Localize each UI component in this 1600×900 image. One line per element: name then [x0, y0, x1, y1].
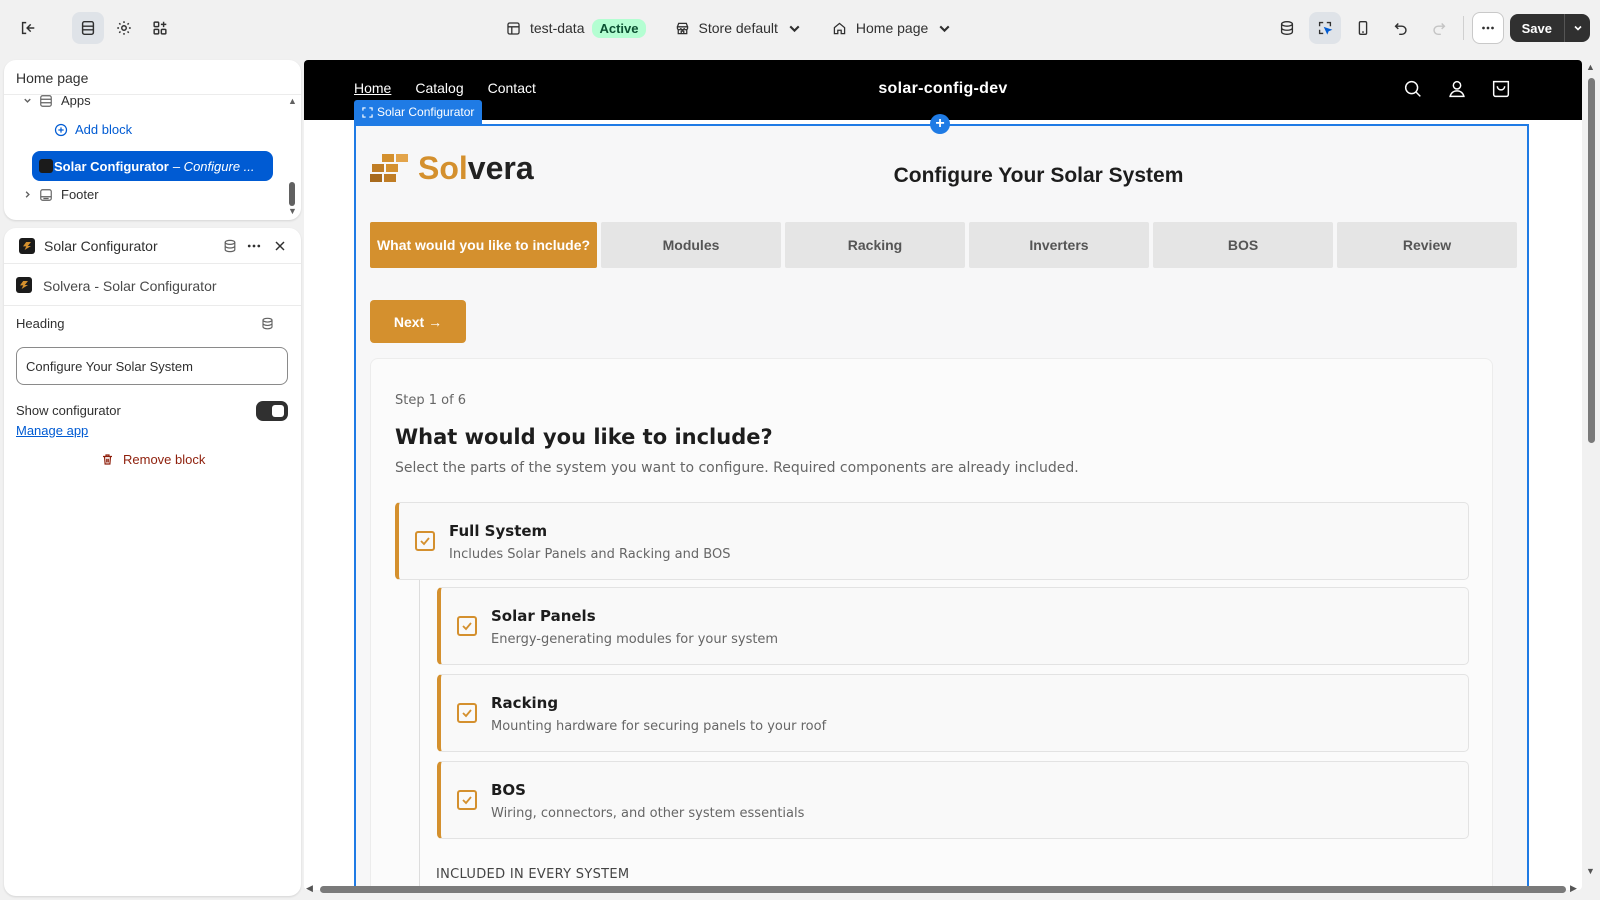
app-icon — [39, 159, 53, 173]
inspector-cursor-icon[interactable] — [1308, 12, 1341, 44]
frame-select-icon — [362, 106, 373, 118]
theme-layout-icon — [507, 21, 520, 35]
more-options-icon[interactable] — [246, 238, 262, 254]
tree-item-solar-configurator[interactable]: Solar Configurator – Configure ... — [32, 151, 273, 181]
tree-item-footer[interactable]: Footer — [22, 187, 99, 202]
preview-vertical-scrollbar-thumb[interactable] — [1588, 78, 1595, 443]
store-selector-label: Store default — [698, 20, 778, 36]
settings-header: Solar Configurator — [4, 228, 301, 264]
account-icon[interactable] — [1446, 78, 1468, 100]
chevron-right-icon — [25, 191, 30, 198]
store-selector[interactable]: Store default — [674, 20, 803, 37]
app-icon — [19, 238, 35, 254]
remove-block-button[interactable]: Remove block — [100, 452, 205, 467]
theme-selector[interactable]: test-data Active — [505, 18, 646, 38]
selected-block-label: Solar Configurator — [54, 158, 169, 174]
tree-item-apps[interactable]: Apps — [22, 93, 91, 108]
save-button[interactable]: Save — [1509, 14, 1590, 42]
database-icon[interactable] — [1271, 12, 1303, 44]
settings-title: Solar Configurator — [44, 238, 158, 254]
close-icon[interactable] — [272, 238, 288, 254]
selected-section-tag-label: Solar Configurator — [377, 105, 475, 119]
section-tree-panel: Home page Apps Add block Solar Configura… — [4, 60, 301, 220]
theme-name: test-data — [530, 20, 585, 36]
chevron-down-icon — [789, 25, 800, 32]
trash-icon — [103, 454, 112, 465]
tree-scrollbar[interactable]: ▲ ▼ — [287, 94, 297, 216]
preview-horizontal-scrollbar-thumb[interactable] — [320, 886, 1566, 893]
heading-field-label: Heading — [16, 316, 65, 331]
app-source-name: Solvera - Solar Configurator — [43, 278, 217, 294]
remove-block-label: Remove block — [123, 452, 206, 467]
apps-grid-icon[interactable] — [144, 12, 176, 44]
app-icon — [16, 277, 32, 293]
app-source-row: Solvera - Solar Configurator — [4, 264, 301, 306]
save-options-chevron-icon[interactable] — [1564, 14, 1590, 42]
add-block-button[interactable]: Add block — [54, 122, 132, 137]
manage-app-link[interactable]: Manage app — [16, 423, 88, 438]
store-icon — [676, 22, 688, 34]
preview-vertical-scrollbar[interactable]: ▲ ▼ — [1584, 60, 1598, 880]
cart-icon[interactable] — [1490, 78, 1512, 100]
tree-scrollbar-thumb[interactable] — [289, 182, 295, 206]
settings-gear-icon[interactable] — [108, 12, 140, 44]
chevron-down-icon — [24, 98, 31, 103]
store-name[interactable]: solar-config-dev — [304, 80, 1582, 98]
footer-section-icon — [40, 188, 52, 201]
selected-section-tag[interactable]: Solar Configurator — [354, 100, 483, 124]
chevron-down-icon — [939, 25, 950, 32]
tree-item-apps-label: Apps — [61, 93, 91, 108]
editor-topbar: test-data Active Store default Home page — [0, 0, 1600, 56]
storefront-preview: Home Catalog Contact solar-config-dev So… — [304, 60, 1582, 890]
store-header: Home Catalog Contact solar-config-dev — [304, 60, 1582, 120]
save-button-label: Save — [1521, 20, 1552, 36]
search-icon[interactable] — [1402, 78, 1424, 100]
sections-icon[interactable] — [72, 12, 104, 44]
block-settings-panel: Solar Configurator Solvera - Solar Confi… — [4, 228, 301, 896]
dynamic-source-icon[interactable] — [260, 316, 275, 331]
undo-icon[interactable] — [1385, 12, 1417, 44]
theme-status-badge: Active — [592, 18, 646, 38]
mobile-preview-icon[interactable] — [1347, 12, 1379, 44]
home-icon — [833, 22, 846, 34]
selected-block-suffix: – Configure ... — [172, 158, 255, 174]
exit-icon[interactable] — [12, 12, 44, 44]
preview-horizontal-scrollbar[interactable]: ◀ ▶ — [304, 882, 1582, 896]
page-selector-label: Home page — [855, 20, 929, 36]
tree-page-title: Home page — [16, 70, 89, 86]
database-icon[interactable] — [222, 238, 238, 254]
tree-item-footer-label: Footer — [61, 187, 99, 202]
redo-icon[interactable] — [1423, 12, 1455, 44]
apps-section-icon — [40, 94, 52, 107]
page-selector[interactable]: Home page — [831, 20, 953, 37]
plus-circle-icon — [54, 123, 68, 136]
add-block-label: Add block — [75, 122, 133, 137]
selected-section-outline — [354, 124, 1529, 890]
show-configurator-label: Show configurator — [16, 403, 121, 418]
show-configurator-toggle[interactable] — [256, 401, 288, 421]
more-actions-icon[interactable] — [1471, 12, 1504, 44]
add-section-plus-icon[interactable]: + — [930, 114, 950, 134]
heading-input[interactable] — [16, 347, 288, 385]
